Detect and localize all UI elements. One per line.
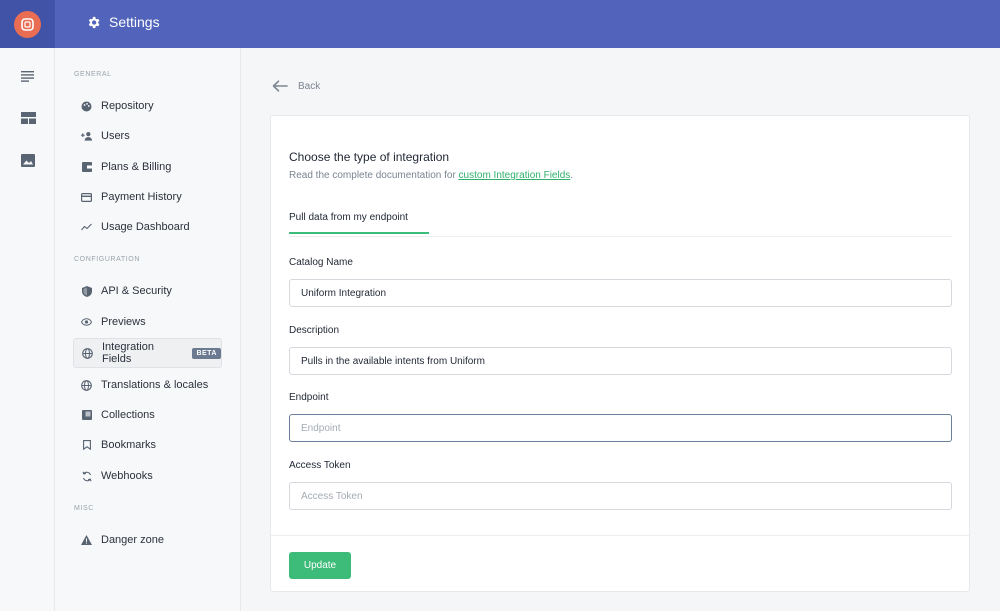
layout-icon[interactable] — [19, 109, 37, 127]
sidebar-item-api-security[interactable]: API & Security — [73, 276, 222, 306]
sidebar-item-repository[interactable]: Repository — [73, 91, 222, 121]
sidebar-item-previews[interactable]: Previews — [73, 307, 222, 337]
sidebar-item-label: Danger zone — [101, 534, 164, 546]
sidebar-item-label: Integration Fields — [102, 341, 154, 365]
subtitle-suffix: . — [570, 170, 574, 181]
settings-sidebar: GENERAL Repository Users Plans & Billing… — [55, 48, 241, 611]
warning-icon — [81, 535, 92, 546]
catalog-name-input[interactable]: Uniform Integration — [289, 279, 952, 307]
sidebar-item-label: Usage Dashboard — [101, 221, 190, 233]
sidebar-item-integration-fields[interactable]: Integration Fields BETA — [73, 338, 222, 368]
section-label-misc: MISC — [74, 505, 94, 512]
bookmark-icon — [81, 440, 92, 451]
sidebar-item-label: Translations & locales — [101, 379, 209, 391]
back-label: Back — [298, 80, 321, 92]
catalog-name-label: Catalog Name — [289, 257, 353, 268]
sidebar-item-label: API & Security — [101, 285, 172, 297]
trend-line-icon — [81, 222, 92, 233]
card-footer-divider — [271, 535, 969, 536]
content-icon[interactable] — [19, 67, 37, 85]
documentation-link[interactable]: custom Integration Fields — [459, 170, 571, 181]
eye-icon — [81, 317, 92, 328]
icon-rail — [0, 48, 55, 611]
page-title: Settings — [109, 14, 160, 30]
section-label-configuration: CONFIGURATION — [74, 256, 141, 263]
endpoint-label: Endpoint — [289, 392, 329, 403]
logo-icon — [21, 18, 34, 31]
sidebar-item-label: Repository — [101, 100, 154, 112]
sidebar-item-usage-dashboard[interactable]: Usage Dashboard — [73, 212, 222, 242]
subtitle-text: Read the complete documentation for — [289, 170, 459, 181]
sidebar-item-label: Plans & Billing — [101, 161, 172, 173]
credit-card-icon — [81, 192, 92, 203]
top-bar: Settings — [0, 0, 1000, 48]
integration-card: Choose the type of integration Read the … — [270, 115, 970, 592]
update-button[interactable]: Update — [289, 552, 351, 579]
sidebar-item-label: Users — [101, 130, 130, 142]
refresh-icon — [81, 471, 92, 482]
globe-icon — [82, 347, 93, 359]
back-link[interactable]: Back — [272, 80, 320, 92]
sidebar-item-payment-history[interactable]: Payment History — [73, 182, 222, 212]
collection-icon — [81, 410, 92, 421]
image-icon[interactable] — [19, 151, 37, 169]
page-header: Settings — [86, 14, 160, 30]
sidebar-item-label: Payment History — [101, 191, 182, 203]
sidebar-item-danger-zone[interactable]: Danger zone — [73, 525, 222, 555]
sidebar-item-plans-billing[interactable]: Plans & Billing — [73, 152, 222, 182]
access-token-label: Access Token — [289, 460, 351, 471]
sidebar-item-collections[interactable]: Collections — [73, 400, 222, 430]
card-subtitle: Read the complete documentation for cust… — [289, 170, 573, 181]
tab-divider — [289, 236, 952, 237]
tab-pull-data[interactable]: Pull data from my endpoint — [289, 212, 429, 234]
beta-badge: BETA — [192, 347, 221, 359]
sidebar-item-bookmarks[interactable]: Bookmarks — [73, 430, 222, 460]
sidebar-item-label: Collections — [101, 409, 155, 421]
sidebar-item-label: Previews — [101, 316, 146, 328]
sidebar-item-users[interactable]: Users — [73, 121, 222, 151]
endpoint-input[interactable]: Endpoint — [289, 414, 952, 442]
add-user-icon — [81, 131, 92, 142]
wallet-icon — [81, 162, 92, 173]
shield-icon — [81, 285, 92, 297]
globe-icon — [81, 379, 92, 391]
description-label: Description — [289, 325, 340, 336]
sidebar-item-label: Bookmarks — [101, 439, 157, 451]
access-token-input[interactable]: Access Token — [289, 482, 952, 510]
arrow-left-icon — [272, 80, 288, 92]
sidebar-item-webhooks[interactable]: Webhooks — [73, 461, 222, 491]
card-title: Choose the type of integration — [289, 150, 450, 164]
gear-icon — [88, 16, 100, 28]
description-input[interactable]: Pulls in the available intents from Unif… — [289, 347, 952, 375]
section-label-general: GENERAL — [74, 71, 112, 78]
palette-icon — [81, 101, 92, 112]
app-logo[interactable] — [14, 11, 41, 38]
sidebar-item-label: Webhooks — [101, 470, 153, 482]
sidebar-item-translations-locales[interactable]: Translations & locales — [73, 370, 222, 400]
